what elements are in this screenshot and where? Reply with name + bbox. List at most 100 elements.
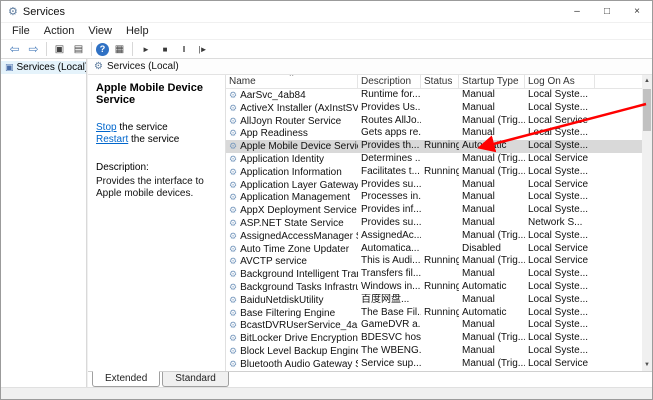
- cell-name: ⚙Application Layer Gateway ...: [226, 179, 358, 192]
- menu-action[interactable]: Action: [37, 24, 82, 38]
- content-header: ⚙ Services (Local): [88, 59, 652, 75]
- service-name-text: BaiduNetdiskUtility: [240, 295, 323, 306]
- help-icon[interactable]: ?: [96, 43, 109, 56]
- main-area: ▣ Services (Local) ⚙ Services (Local) Ap…: [1, 59, 652, 387]
- service-name-text: AllJoyn Router Service: [240, 116, 341, 127]
- cell-logon: Local Syste...: [525, 294, 595, 307]
- cell-status: [421, 243, 459, 256]
- table-row[interactable]: ⚙Base Filtering EngineThe Base Fil...Run…: [226, 307, 642, 320]
- cell-logon: Local Service: [525, 243, 595, 256]
- description-label: Description:: [96, 162, 217, 173]
- menu-view[interactable]: View: [81, 24, 119, 38]
- table-row[interactable]: ⚙Application Information Facilitates t...…: [226, 166, 642, 179]
- stop-service-link[interactable]: Stop: [96, 122, 117, 133]
- tree-item-services-local[interactable]: ▣ Services (Local): [1, 61, 86, 74]
- cell-startup: Manual: [459, 179, 525, 192]
- table-row[interactable]: ⚙Application ManagementProcesses in...Ma…: [226, 191, 642, 204]
- show-console-tree-icon[interactable]: ▣: [51, 41, 68, 57]
- table-row[interactable]: ⚙ActiveX Installer (AxInstSV)Provides Us…: [226, 102, 642, 115]
- cell-description: Runtime for...: [358, 89, 421, 102]
- properties-icon[interactable]: ▦: [111, 41, 128, 57]
- service-name-text: ASP.NET State Service: [240, 218, 344, 229]
- service-gear-icon: ⚙: [229, 308, 237, 318]
- cell-description: 百度网盘...: [358, 294, 421, 307]
- cell-status: [421, 358, 459, 371]
- table-row[interactable]: ⚙BcastDVRUserService_4ab84GameDVR a...Ma…: [226, 319, 642, 332]
- scroll-up-icon[interactable]: ▲: [642, 75, 652, 87]
- column-header-startup[interactable]: Startup Type: [459, 75, 525, 88]
- cell-description: Provides su...: [358, 179, 421, 192]
- scrollbar-thumb[interactable]: [643, 89, 651, 131]
- cell-startup: Manual (Trig...: [459, 115, 525, 128]
- services-window: ⚙ Services – □ × FileActionViewHelp ⇦⇨ ▣▤…: [0, 0, 653, 400]
- column-header-logon[interactable]: Log On As: [525, 75, 595, 88]
- cell-name: ⚙Bluetooth Audio Gateway S...: [226, 358, 358, 371]
- table-row[interactable]: ⚙AllJoyn Router ServiceRoutes AllJo...Ma…: [226, 115, 642, 128]
- service-name-text: Application Management: [240, 192, 350, 203]
- cell-name: ⚙BcastDVRUserService_4ab84: [226, 319, 358, 332]
- cell-description: Facilitates t...: [358, 166, 421, 179]
- service-gear-icon: ⚙: [229, 116, 237, 126]
- column-header-description[interactable]: Description: [358, 75, 421, 88]
- column-header-status[interactable]: Status: [421, 75, 459, 88]
- cell-description: Windows in...: [358, 281, 421, 294]
- restart-service-icon[interactable]: |►: [194, 41, 211, 57]
- table-row[interactable]: ⚙Bluetooth Audio Gateway S...Service sup…: [226, 358, 642, 371]
- service-name-text: Base Filtering Engine: [240, 308, 335, 319]
- table-row[interactable]: ⚙Background Intelligent Tran...Transfers…: [226, 268, 642, 281]
- cell-description: This is Audi...: [358, 255, 421, 268]
- table-row[interactable]: ⚙AssignedAccessManager Se...AssignedAc..…: [226, 230, 642, 243]
- cell-status: [421, 153, 459, 166]
- back-icon[interactable]: ⇦: [6, 41, 23, 57]
- minimize-button[interactable]: –: [562, 1, 592, 22]
- restart-service-link[interactable]: Restart: [96, 134, 128, 145]
- table-row[interactable]: ⚙Apple Mobile Device ServiceProvides th.…: [226, 140, 642, 153]
- start-service-icon[interactable]: ►: [137, 41, 154, 57]
- menu-file[interactable]: File: [5, 24, 37, 38]
- cell-status: [421, 319, 459, 332]
- column-header-name[interactable]: Name^: [226, 75, 358, 88]
- cell-startup: Automatic: [459, 140, 525, 153]
- service-name-text: Application Information: [240, 167, 342, 178]
- table-row[interactable]: ⚙App ReadinessGets apps re...ManualLocal…: [226, 127, 642, 140]
- sort-ascending-icon: ^: [290, 75, 294, 81]
- service-name-text: BitLocker Drive Encryption ...: [240, 333, 358, 344]
- cell-logon: Local Service: [525, 115, 595, 128]
- cell-name: ⚙BitLocker Drive Encryption ...: [226, 332, 358, 345]
- service-gear-icon: ⚙: [229, 346, 237, 356]
- table-row[interactable]: ⚙BaiduNetdiskUtility百度网盘...ManualLocal S…: [226, 294, 642, 307]
- forward-icon[interactable]: ⇨: [25, 41, 42, 57]
- window-title: Services: [23, 6, 562, 18]
- tab-standard[interactable]: Standard: [162, 372, 229, 387]
- stop-service-icon[interactable]: ■: [156, 41, 173, 57]
- pause-service-icon[interactable]: ‖: [175, 41, 192, 57]
- cell-logon: Local Syste...: [525, 191, 595, 204]
- tab-extended[interactable]: Extended: [92, 371, 160, 387]
- table-row[interactable]: ⚙ASP.NET State ServiceProvides su...Manu…: [226, 217, 642, 230]
- cell-description: Gets apps re...: [358, 127, 421, 140]
- cell-logon: Local Syste...: [525, 307, 595, 320]
- table-row[interactable]: ⚙Auto Time Zone UpdaterAutomatica...Disa…: [226, 243, 642, 256]
- table-row[interactable]: ⚙AVCTP serviceThis is Audi...RunningManu…: [226, 255, 642, 268]
- service-name-text: BcastDVRUserService_4ab84: [240, 320, 358, 331]
- service-gear-icon: ⚙: [229, 295, 237, 305]
- cell-description: Determines ...: [358, 153, 421, 166]
- table-row[interactable]: ⚙BitLocker Drive Encryption ...BDESVC ho…: [226, 332, 642, 345]
- table-row[interactable]: ⚙AarSvc_4ab84Runtime for...ManualLocal S…: [226, 89, 642, 102]
- table-row[interactable]: ⚙Block Level Backup Engine ...The WBENG.…: [226, 345, 642, 358]
- cell-name: ⚙ASP.NET State Service: [226, 217, 358, 230]
- close-button[interactable]: ×: [622, 1, 652, 22]
- service-gear-icon: ⚙: [229, 256, 237, 266]
- service-name-text: AVCTP service: [240, 256, 307, 267]
- table-row[interactable]: ⚙Background Tasks Infrastruc...Windows i…: [226, 281, 642, 294]
- maximize-button[interactable]: □: [592, 1, 622, 22]
- service-gear-icon: ⚙: [229, 167, 237, 177]
- export-list-icon[interactable]: ▤: [70, 41, 87, 57]
- vertical-scrollbar[interactable]: ▲ ▼: [642, 75, 652, 371]
- table-row[interactable]: ⚙Application IdentityDetermines ...Manua…: [226, 153, 642, 166]
- table-row[interactable]: ⚙AppX Deployment Service (...Provides in…: [226, 204, 642, 217]
- cell-startup: Manual (Trig...: [459, 358, 525, 371]
- table-row[interactable]: ⚙Application Layer Gateway ...Provides s…: [226, 179, 642, 192]
- scroll-down-icon[interactable]: ▼: [642, 359, 652, 371]
- menu-help[interactable]: Help: [119, 24, 156, 38]
